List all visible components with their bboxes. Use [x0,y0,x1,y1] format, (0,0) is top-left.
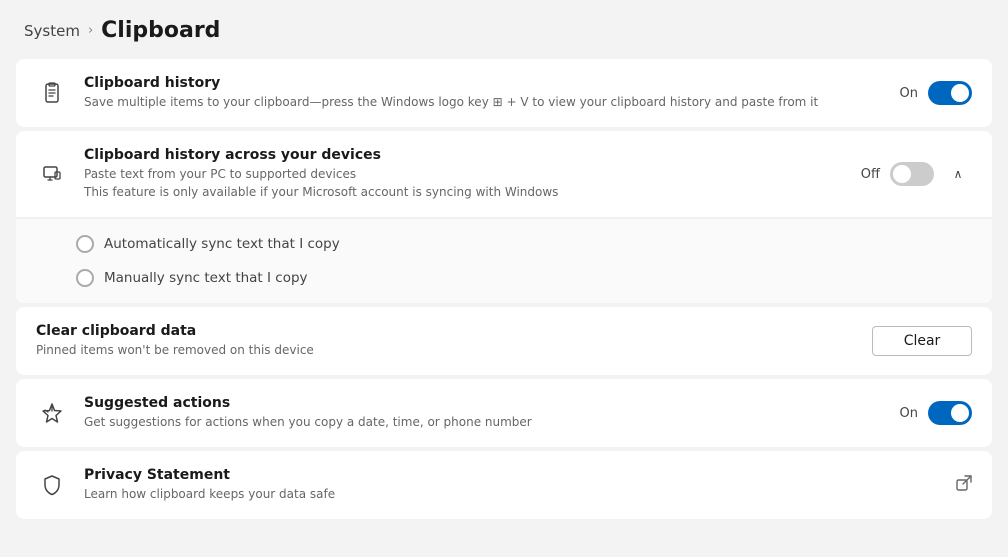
privacy-statement-desc: Learn how clipboard keeps your data safe [84,485,940,503]
clipboard-across-toggle[interactable] [890,162,934,186]
system-breadcrumb[interactable]: System [24,22,80,40]
privacy-statement-control [956,475,972,495]
clipboard-across-devices-card: Clipboard history across your devices Pa… [16,131,992,303]
clipboard-history-row: Clipboard history Save multiple items to… [16,59,992,127]
external-link-icon [956,475,972,495]
clipboard-across-title: Clipboard history across your devices [84,147,845,163]
clipboard-across-control: Off ∧ [861,160,972,188]
clipboard-history-desc: Save multiple items to your clipboard—pr… [84,93,884,111]
suggested-actions-row: Suggested actions Get suggestions for ac… [16,379,992,447]
privacy-icon [36,469,68,501]
suggested-actions-status: On [900,406,918,421]
clipboard-history-icon [36,77,68,109]
toggle-thumb-2 [893,165,911,183]
privacy-statement-row[interactable]: Privacy Statement Learn how clipboard ke… [16,451,992,519]
breadcrumb-chevron: › [88,23,93,38]
suggested-actions-icon [36,397,68,429]
clear-clipboard-text: Clear clipboard data Pinned items won't … [36,323,856,359]
clipboard-across-devices-row: Clipboard history across your devices Pa… [16,131,992,218]
clipboard-history-title: Clipboard history [84,75,884,91]
clipboard-history-toggle[interactable] [928,81,972,105]
suggested-actions-title: Suggested actions [84,395,884,411]
clipboard-across-text: Clipboard history across your devices Pa… [84,147,845,201]
clear-clipboard-card: Clear clipboard data Pinned items won't … [16,307,992,375]
auto-sync-radio[interactable] [76,235,94,253]
privacy-statement-card: Privacy Statement Learn how clipboard ke… [16,451,992,519]
suggested-actions-card: Suggested actions Get suggestions for ac… [16,379,992,447]
page-title: Clipboard [101,18,220,43]
clear-button[interactable]: Clear [872,326,972,356]
clipboard-history-control: On [900,81,972,105]
toggle-thumb-3 [951,404,969,422]
clear-clipboard-row: Clear clipboard data Pinned items won't … [16,307,992,375]
auto-sync-radio-row[interactable]: Automatically sync text that I copy [76,235,968,253]
suggested-actions-text: Suggested actions Get suggestions for ac… [84,395,884,431]
clear-clipboard-title: Clear clipboard data [36,323,856,339]
clipboard-history-text: Clipboard history Save multiple items to… [84,75,884,111]
clipboard-across-expand[interactable]: ∧ [944,160,972,188]
clear-clipboard-desc: Pinned items won't be removed on this de… [36,341,856,359]
sync-options-section: Automatically sync text that I copy Manu… [16,218,992,303]
clipboard-history-card: Clipboard history Save multiple items to… [16,59,992,127]
manual-sync-label: Manually sync text that I copy [104,270,308,286]
suggested-actions-desc: Get suggestions for actions when you cop… [84,413,884,431]
privacy-statement-text: Privacy Statement Learn how clipboard ke… [84,467,940,503]
clipboard-across-desc: Paste text from your PC to supported dev… [84,165,845,201]
manual-sync-radio[interactable] [76,269,94,287]
suggested-actions-control: On [900,401,972,425]
auto-sync-label: Automatically sync text that I copy [104,236,340,252]
manual-sync-radio-row[interactable]: Manually sync text that I copy [76,269,968,287]
clipboard-devices-icon [36,158,68,190]
suggested-actions-toggle[interactable] [928,401,972,425]
toggle-thumb [951,84,969,102]
main-content: Clipboard history Save multiple items to… [0,55,1008,535]
page-header: System › Clipboard [0,0,1008,55]
clipboard-history-status: On [900,86,918,101]
clipboard-across-status: Off [861,167,880,182]
clear-clipboard-control: Clear [872,326,972,356]
privacy-statement-title: Privacy Statement [84,467,940,483]
